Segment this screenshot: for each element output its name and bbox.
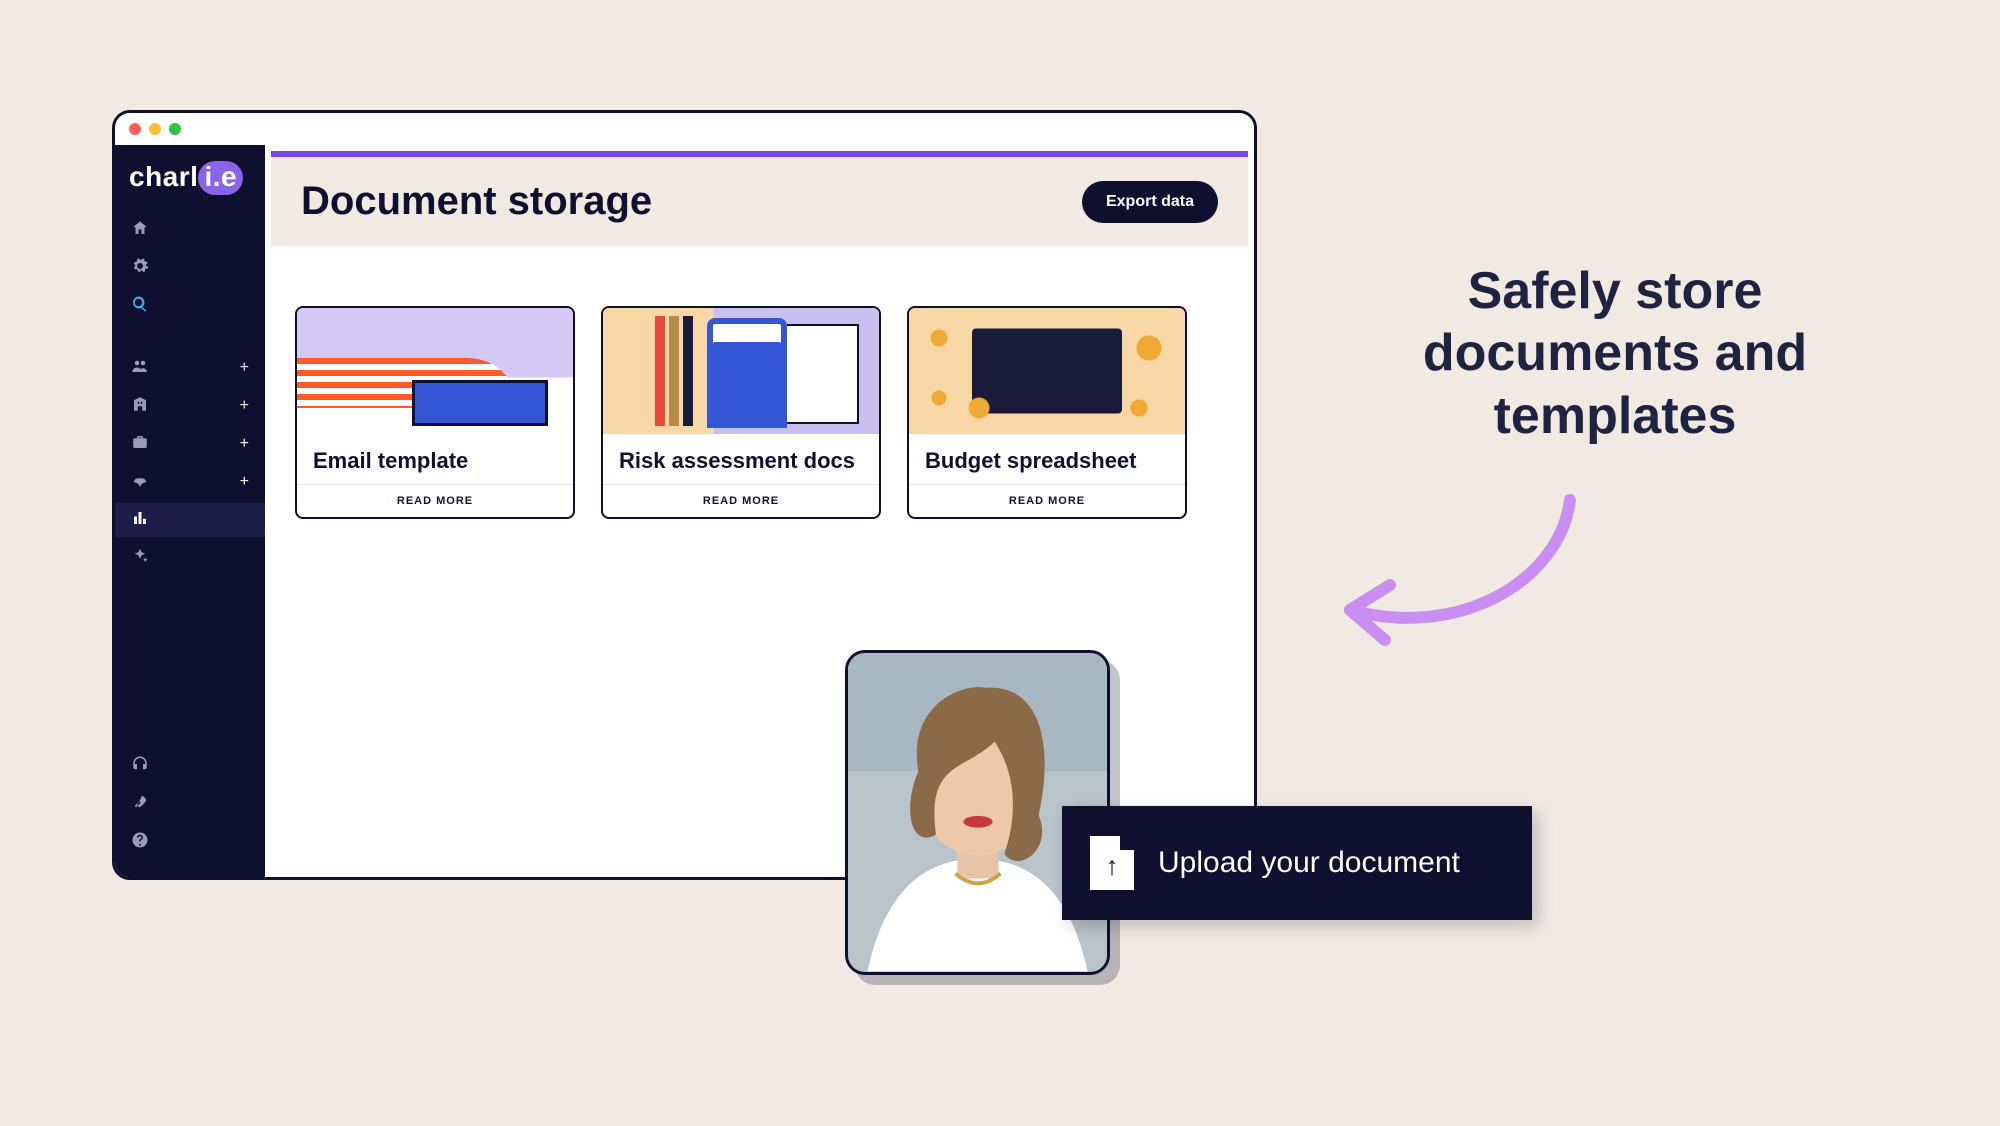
sidebar-help[interactable] [115, 825, 265, 859]
upload-document-button[interactable]: Upload your document [1062, 806, 1532, 920]
plus-icon[interactable]: + [240, 435, 249, 453]
upload-file-icon [1090, 836, 1134, 890]
read-more-button[interactable]: READ MORE [603, 485, 879, 517]
sidebar: charli.e [115, 145, 265, 877]
arrow-icon [1320, 490, 1600, 670]
document-card-risk-assessment[interactable]: Risk assessment docs READ MORE [601, 306, 881, 519]
document-card-budget[interactable]: Budget spreadsheet READ MORE [907, 306, 1187, 519]
home-icon [131, 219, 149, 242]
sparkle-icon [131, 547, 149, 570]
plus-icon[interactable]: + [240, 473, 249, 491]
sidebar-launch[interactable] [115, 787, 265, 821]
rocket-icon [131, 793, 149, 816]
search-icon [131, 295, 149, 318]
page-title: Document storage [301, 179, 652, 224]
plant-icon [131, 471, 149, 494]
headset-icon [131, 755, 149, 778]
barchart-icon [131, 509, 149, 532]
sidebar-item-briefcase[interactable]: + [115, 427, 265, 461]
sidebar-item-growth[interactable]: + [115, 465, 265, 499]
sidebar-support[interactable] [115, 749, 265, 783]
sidebar-item-org[interactable]: + [115, 389, 265, 423]
upload-label: Upload your document [1158, 846, 1460, 880]
page-header: Document storage Export data [271, 157, 1248, 246]
document-card-email-template[interactable]: Email template READ MORE [295, 306, 575, 519]
window-titlebar [115, 113, 1254, 145]
building-icon [131, 395, 149, 418]
sidebar-item-people[interactable]: + [115, 351, 265, 385]
briefcase-icon [131, 433, 149, 456]
card-title: Risk assessment docs [603, 434, 879, 485]
sidebar-home[interactable] [115, 213, 265, 247]
marketing-tagline: Safely store documents and templates [1385, 260, 1845, 447]
export-data-button[interactable]: Export data [1082, 181, 1218, 223]
brand-logo: charli.e [115, 157, 265, 213]
read-more-button[interactable]: READ MORE [909, 485, 1185, 517]
gear-icon [131, 257, 149, 280]
brand-accent: i.e [198, 161, 243, 195]
plus-icon[interactable]: + [240, 359, 249, 377]
card-illustration [603, 308, 879, 434]
maximize-icon[interactable] [169, 123, 181, 135]
people-icon [131, 357, 149, 380]
card-title: Budget spreadsheet [909, 434, 1185, 485]
minimize-icon[interactable] [149, 123, 161, 135]
sidebar-item-reports[interactable] [115, 503, 265, 537]
sidebar-settings[interactable] [115, 251, 265, 285]
plus-icon[interactable]: + [240, 397, 249, 415]
document-cards: Email template READ MORE Risk assessment… [265, 246, 1254, 549]
close-icon[interactable] [129, 123, 141, 135]
sidebar-search[interactable] [115, 289, 265, 323]
sidebar-item-sparkle[interactable] [115, 541, 265, 575]
card-illustration [909, 308, 1185, 434]
read-more-button[interactable]: READ MORE [297, 485, 573, 517]
help-icon [131, 831, 149, 854]
card-illustration [297, 308, 573, 434]
card-title: Email template [297, 434, 573, 485]
brand-prefix: charl [129, 161, 198, 192]
